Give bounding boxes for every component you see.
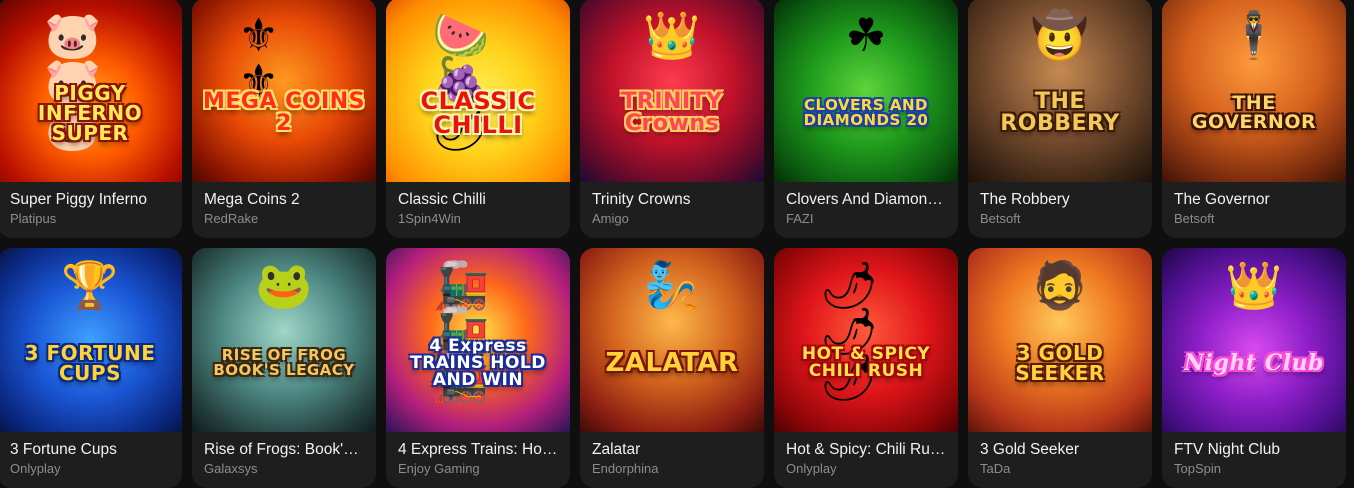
game-title[interactable]: Hot & Spicy: Chili Rush xyxy=(786,440,946,460)
game-provider: RedRake xyxy=(204,211,259,226)
game-info: 4 Express Trains: Hold and WinEnjoy Gami… xyxy=(386,432,570,477)
game-grid: 🐷🐷🐷 PIGGY INFERNO SUPER Super Piggy Infern… xyxy=(0,0,1346,488)
game-title[interactable]: Rise of Frogs: Book's Legacy xyxy=(204,440,364,460)
game-card[interactable]: 🐷🐷🐷 PIGGY INFERNO SUPER Super Piggy Infern… xyxy=(0,0,182,238)
game-thumbnail[interactable]: 👑 Night Club xyxy=(1162,248,1346,432)
game-card[interactable]: 🌶🌶🌶 HOT & SPICY CHILI RUSH Hot & Spicy: Ch… xyxy=(774,248,958,488)
game-card[interactable]: 🏆 3 FORTUNE CUPS 3 Fortune Cups Onlyplay xyxy=(0,248,182,488)
game-logo-text: 4 Express TRAINS HOLD AND WIN xyxy=(410,335,546,390)
game-info: The Robbery Betsoft xyxy=(968,182,1152,227)
game-card[interactable]: 🧔 3 GOLD SEEKER 3 Gold Seeker TaDa xyxy=(968,248,1152,488)
game-info: Super Piggy Inferno Platipus xyxy=(0,182,182,227)
game-emblem-icon: 🏆 xyxy=(61,258,119,312)
game-logo-text: THE GOVERNOR xyxy=(1191,92,1317,133)
game-emblem-icon: 🐸 xyxy=(255,258,313,312)
game-provider: TopSpin xyxy=(1174,461,1221,476)
game-card[interactable]: ☘ CLOVERS AND DIAMONDS 20 Clovers And Diam… xyxy=(774,0,958,238)
game-logo-text: CLASSIC CHILLI xyxy=(420,87,536,139)
game-title[interactable]: Clovers And Diamonds 20 xyxy=(786,190,946,210)
game-card[interactable]: 🐸 RISE OF FROG BOOK'S LEGACY Rise of Frogs… xyxy=(192,248,376,488)
game-info: FTV Night Club TopSpin xyxy=(1162,432,1346,477)
game-thumbnail[interactable]: 🕴 THE GOVERNOR xyxy=(1162,0,1346,182)
game-emblem-icon: 🤠 xyxy=(1031,8,1089,62)
game-logo-text: THE ROBBERY xyxy=(1000,89,1120,136)
game-thumbnail[interactable]: 🌶🌶🌶 HOT & SPICY CHILI RUSH xyxy=(774,248,958,432)
game-thumbnail[interactable]: 🧔 3 GOLD SEEKER xyxy=(968,248,1152,432)
game-info: Trinity Crowns Amigo xyxy=(580,182,764,227)
game-logo-text: CLOVERS AND DIAMONDS 20 xyxy=(803,96,929,129)
game-title[interactable]: The Robbery xyxy=(980,190,1140,210)
game-provider: FAZI xyxy=(786,211,814,226)
game-thumbnail[interactable]: 🐸 RISE OF FROG BOOK'S LEGACY xyxy=(192,248,376,432)
game-title[interactable]: Zalatar xyxy=(592,440,752,460)
game-emblem-icon: 👑 xyxy=(1225,258,1283,312)
game-info: Mega Coins 2 RedRake xyxy=(192,182,376,227)
game-provider: Onlyplay xyxy=(10,461,61,476)
game-card[interactable]: 🤠 THE ROBBERY The Robbery Betsoft xyxy=(968,0,1152,238)
game-info: 3 Gold Seeker TaDa xyxy=(968,432,1152,477)
game-title[interactable]: The Governor xyxy=(1174,190,1334,210)
game-card[interactable]: 🚂🚂🚂 4 Express TRAINS HOLD AND WIN 4 Expres… xyxy=(386,248,570,488)
game-provider: 1Spin4Win xyxy=(398,211,461,226)
game-card[interactable]: 👑 Night Club FTV Night Club TopSpin xyxy=(1162,248,1346,488)
game-logo-text: TRINITY Crowns xyxy=(621,89,723,136)
game-thumbnail[interactable]: ⚜ ⚜ MEGA COINS 2 xyxy=(192,0,376,182)
game-provider: Platipus xyxy=(10,211,57,226)
game-thumbnail[interactable]: 🐷🐷🐷 PIGGY INFERNO SUPER xyxy=(0,0,182,182)
game-card[interactable]: 🕴 THE GOVERNOR The Governor Betsoft xyxy=(1162,0,1346,238)
game-title[interactable]: Mega Coins 2 xyxy=(204,190,364,210)
game-thumbnail[interactable]: 🍉🍇🌶 CLASSIC CHILLI xyxy=(386,0,570,182)
game-thumbnail[interactable]: 🏆 3 FORTUNE CUPS xyxy=(0,248,182,432)
game-title[interactable]: FTV Night Club xyxy=(1174,440,1334,460)
game-provider: TaDa xyxy=(980,461,1011,476)
game-logo-text: ZALATAR xyxy=(605,348,739,378)
game-thumbnail[interactable]: ☘ CLOVERS AND DIAMONDS 20 xyxy=(774,0,958,182)
game-provider: Betsoft xyxy=(1174,211,1215,226)
game-card[interactable]: 👑 TRINITY Crowns Trinity Crowns Amigo xyxy=(580,0,764,238)
game-provider: Galaxsys xyxy=(204,461,258,476)
game-card[interactable]: ⚜ ⚜ MEGA COINS 2 Mega Coins 2 RedRake xyxy=(192,0,376,238)
game-logo-text: Night Club xyxy=(1184,350,1324,376)
game-thumbnail[interactable]: 🧞 ZALATAR xyxy=(580,248,764,432)
game-logo-text: MEGA COINS 2 xyxy=(203,89,365,136)
game-title[interactable]: Classic Chilli xyxy=(398,190,558,210)
game-logo-text: 3 GOLD SEEKER xyxy=(1015,341,1105,385)
game-info: Rise of Frogs: Book's LegacyGalaxsys xyxy=(192,432,376,477)
game-title[interactable]: Trinity Crowns xyxy=(592,190,752,210)
game-emblem-icon: 👑 xyxy=(643,8,701,62)
game-title[interactable]: 4 Express Trains: Hold and Win xyxy=(398,440,558,460)
game-thumbnail[interactable]: 🤠 THE ROBBERY xyxy=(968,0,1152,182)
game-emblem-icon: ☘ xyxy=(845,8,887,62)
game-info: Hot & Spicy: Chili Rush Onlyplay xyxy=(774,432,958,477)
game-card[interactable]: 🧞 ZALATAR Zalatar Endorphina xyxy=(580,248,764,488)
game-info: 3 Fortune Cups Onlyplay xyxy=(0,432,182,477)
game-emblem-icon: 🧔 xyxy=(1031,258,1089,312)
game-logo-text: PIGGY INFERNO SUPER xyxy=(37,81,143,145)
game-info: Zalatar Endorphina xyxy=(580,432,764,477)
game-emblem-icon: 🧞 xyxy=(643,258,701,312)
game-title[interactable]: 3 Fortune Cups xyxy=(10,440,170,460)
game-info: Clovers And Diamonds 20FAZI xyxy=(774,182,958,227)
game-title[interactable]: Super Piggy Inferno xyxy=(10,190,170,210)
game-logo-text: 3 FORTUNE CUPS xyxy=(24,341,156,385)
game-logo-text: RISE OF FROG BOOK'S LEGACY xyxy=(213,346,355,379)
game-thumbnail[interactable]: 🚂🚂🚂 4 Express TRAINS HOLD AND WIN xyxy=(386,248,570,432)
game-thumbnail[interactable]: 👑 TRINITY Crowns xyxy=(580,0,764,182)
game-title[interactable]: 3 Gold Seeker xyxy=(980,440,1140,460)
game-provider: Onlyplay xyxy=(786,461,837,476)
game-provider: Enjoy Gaming xyxy=(398,461,480,476)
game-provider: Amigo xyxy=(592,211,629,226)
game-info: The Governor Betsoft xyxy=(1162,182,1346,227)
game-provider: Endorphina xyxy=(592,461,659,476)
game-info: Classic Chilli 1Spin4Win xyxy=(386,182,570,227)
game-logo-text: HOT & SPICY CHILI RUSH xyxy=(801,344,931,381)
game-card[interactable]: 🍉🍇🌶 CLASSIC CHILLI Classic Chilli 1Spin4Win xyxy=(386,0,570,238)
game-provider: Betsoft xyxy=(980,211,1021,226)
game-emblem-icon: 🕴 xyxy=(1225,8,1283,62)
